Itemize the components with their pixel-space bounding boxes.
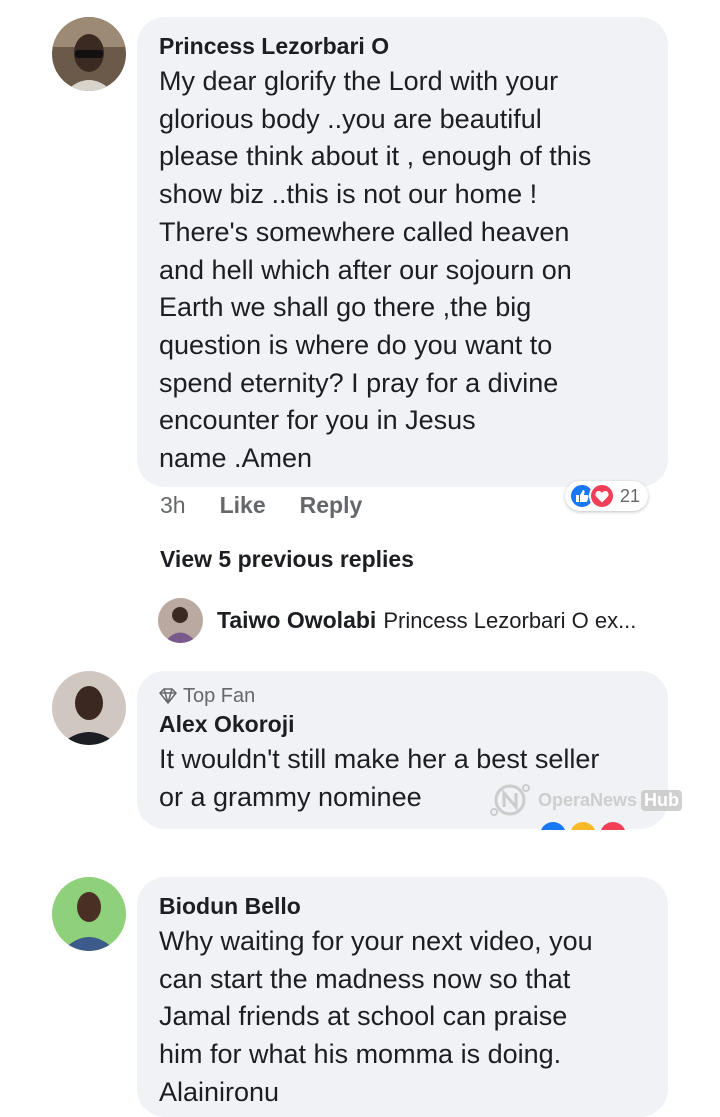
operanews-logo-icon xyxy=(490,784,530,816)
top-fan-label: Top Fan xyxy=(183,685,256,707)
reaction-summary-partial[interactable] xyxy=(540,822,630,830)
comment-author[interactable]: Biodun Bello xyxy=(159,891,646,921)
reply-preview-text: Princess Lezorbari O ex... xyxy=(383,607,637,633)
profile-photo-icon xyxy=(158,598,203,643)
avatar[interactable] xyxy=(52,877,126,951)
comment-actions: 3h Like Reply xyxy=(160,492,362,519)
profile-photo-icon xyxy=(52,877,126,951)
view-previous-replies-link[interactable]: View 5 previous replies xyxy=(160,546,414,573)
comment-timestamp: 3h xyxy=(160,492,186,518)
comment-bubble: Princess Lezorbari O My dear glorify the… xyxy=(137,17,668,487)
comment-text: Why waiting for your next video, you can… xyxy=(159,926,593,1107)
operanews-watermark: OperaNews Hub xyxy=(486,780,683,820)
love-reaction-icon xyxy=(589,483,615,509)
comment-bubble: Biodun Bello Why waiting for your next v… xyxy=(137,877,668,1117)
avatar[interactable] xyxy=(52,17,126,91)
comment-author[interactable]: Alex Okoroji xyxy=(159,709,646,739)
reaction-summary[interactable]: 21 xyxy=(565,481,649,511)
reaction-count: 21 xyxy=(620,485,641,506)
comment-author[interactable]: Princess Lezorbari O xyxy=(159,31,646,61)
watermark-text: OperaNews xyxy=(538,789,638,810)
reply-author[interactable]: Taiwo Owolabi xyxy=(217,607,376,634)
like-button[interactable]: Like xyxy=(220,492,266,519)
watermark-hub: Hub xyxy=(641,789,683,811)
diamond-icon xyxy=(159,688,177,704)
avatar[interactable] xyxy=(52,671,126,745)
latest-reply-preview[interactable]: Taiwo Owolabi Princess Lezorbari O ex... xyxy=(158,598,636,643)
profile-photo-icon xyxy=(52,671,126,745)
profile-photo-icon xyxy=(52,17,126,91)
reply-button[interactable]: Reply xyxy=(300,492,363,519)
avatar xyxy=(158,598,203,643)
comment-text: My dear glorify the Lord with your glori… xyxy=(159,66,592,474)
top-fan-badge: Top Fan xyxy=(159,683,646,709)
